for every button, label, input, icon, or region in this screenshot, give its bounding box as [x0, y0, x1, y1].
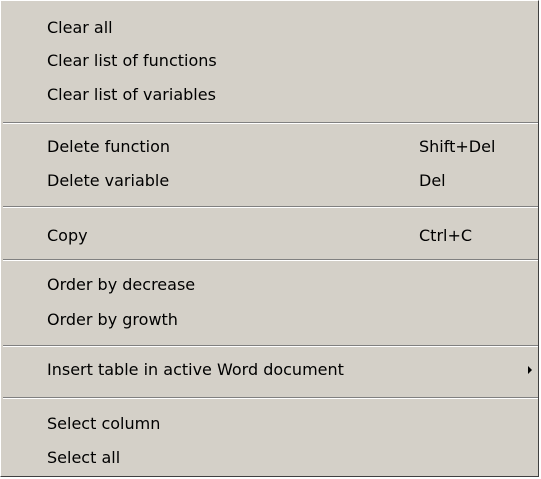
menu-item-label: Order by growth — [47, 310, 178, 329]
menu-item-label: Clear list of functions — [47, 51, 217, 70]
menu-item-select-column[interactable]: Select column — [1, 409, 540, 439]
menu-item-label: Select column — [47, 414, 161, 433]
menu-item-copy[interactable]: Copy Ctrl+C — [1, 221, 540, 251]
menu-item-label: Order by decrease — [47, 275, 196, 294]
menu-separator — [3, 397, 538, 399]
context-menu: Clear all Clear list of functions Clear … — [0, 0, 539, 477]
menu-separator — [3, 259, 538, 261]
menu-item-label: Clear list of variables — [47, 85, 216, 104]
menu-item-label: Clear all — [47, 18, 113, 37]
menu-item-label: Delete function — [47, 137, 171, 156]
menu-separator — [3, 345, 538, 347]
menu-item-shortcut: Ctrl+C — [419, 226, 473, 245]
menu-separator — [3, 206, 538, 208]
menu-item-insert-table-word[interactable]: Insert table in active Word document — [1, 355, 540, 385]
menu-item-clear-all[interactable]: Clear all — [1, 13, 540, 43]
menu-item-clear-list-of-variables[interactable]: Clear list of variables — [1, 80, 540, 110]
menu-item-delete-function[interactable]: Delete function Shift+Del — [1, 132, 540, 162]
menu-separator — [3, 122, 538, 124]
menu-item-label: Copy — [47, 226, 88, 245]
menu-item-select-all[interactable]: Select all — [1, 443, 540, 473]
menu-item-label: Delete variable — [47, 171, 170, 190]
menu-item-shortcut: Del — [419, 171, 446, 190]
menu-item-order-by-growth[interactable]: Order by growth — [1, 305, 540, 335]
menu-item-delete-variable[interactable]: Delete variable Del — [1, 166, 540, 196]
menu-item-shortcut: Shift+Del — [419, 137, 496, 156]
menu-item-label: Select all — [47, 448, 121, 467]
chevron-right-icon — [528, 366, 532, 374]
menu-item-order-by-decrease[interactable]: Order by decrease — [1, 270, 540, 300]
menu-item-clear-list-of-functions[interactable]: Clear list of functions — [1, 46, 540, 76]
menu-item-label: Insert table in active Word document — [47, 360, 344, 379]
